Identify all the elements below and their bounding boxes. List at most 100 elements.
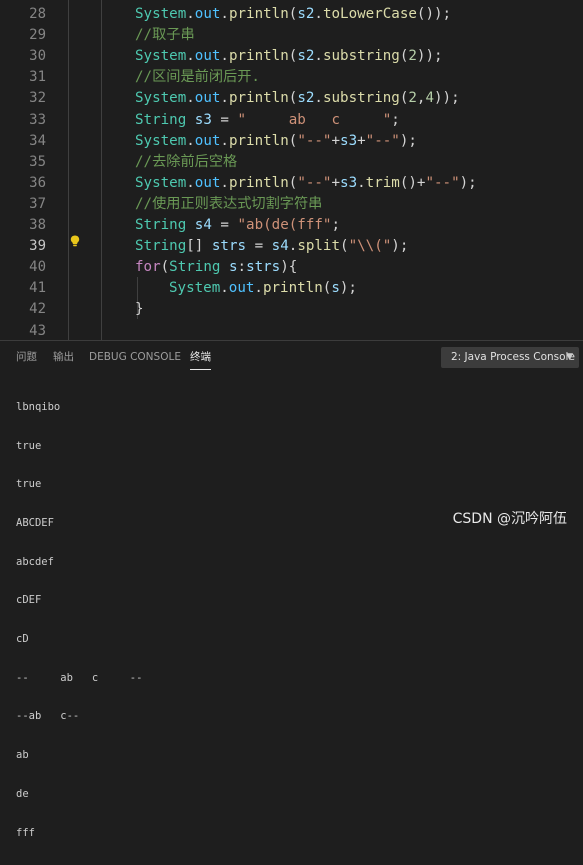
code-token: ; bbox=[391, 111, 400, 128]
code-token: "\\(" bbox=[348, 238, 392, 255]
code-token: //使用正则表达式切割字符串 bbox=[135, 195, 323, 212]
code-token: )); bbox=[434, 90, 460, 107]
code-line[interactable]: 37 //使用正则表达式切割字符串 bbox=[0, 194, 583, 215]
code-token: : bbox=[237, 259, 247, 276]
code-token: //去除前后空格 bbox=[135, 153, 238, 170]
code-token: String bbox=[135, 238, 187, 255]
line-number: 30 bbox=[29, 48, 46, 65]
terminal-line: cDEF bbox=[16, 594, 42, 607]
code-token: . bbox=[220, 132, 229, 149]
line-number: 37 bbox=[29, 195, 46, 212]
terminal-line: cD bbox=[16, 633, 29, 646]
code-token: s3 bbox=[340, 132, 358, 149]
code-token: " ab c " bbox=[237, 111, 392, 128]
tab-terminal[interactable]: 终端 bbox=[190, 350, 211, 370]
code-line[interactable]: 31 //区间是前闭后开. bbox=[0, 67, 583, 88]
code-token: split bbox=[297, 238, 341, 255]
code-token: out bbox=[194, 6, 221, 22]
code-token: s4 bbox=[194, 217, 212, 233]
code-line[interactable]: 35 //去除前后空格 bbox=[0, 152, 583, 173]
terminal-line: ab bbox=[16, 749, 29, 762]
code-line[interactable]: 43 bbox=[0, 321, 583, 341]
code-token: ); bbox=[399, 132, 417, 149]
code-token: s2 bbox=[297, 48, 315, 65]
code-token: println bbox=[228, 48, 289, 65]
code-token: . bbox=[186, 6, 195, 22]
code-text: System.out.println("--"+s3+"--"); bbox=[135, 131, 417, 152]
tab-problems[interactable]: 问题 bbox=[16, 350, 37, 364]
code-token: 2 bbox=[408, 90, 417, 107]
bottom-panel: 问题 输出 DEBUG CONSOLE 终端 2: Java Process C… bbox=[0, 340, 583, 839]
code-line[interactable]: 39 String[] strs = s4.split("\\("); bbox=[0, 236, 583, 257]
code-token: ); bbox=[339, 280, 357, 297]
terminal-output[interactable]: lbnqibo true true ABCDEF abcdef cDEF cD … bbox=[16, 375, 576, 865]
code-token: . bbox=[314, 48, 323, 65]
code-token: trim bbox=[365, 174, 400, 191]
code-token: . bbox=[220, 48, 229, 65]
line-number: 41 bbox=[29, 280, 46, 297]
code-token: for bbox=[135, 259, 161, 276]
code-token: ()+ bbox=[399, 174, 426, 191]
code-line[interactable]: 33 String s3 = " ab c "; bbox=[0, 110, 583, 131]
code-token: )); bbox=[416, 48, 443, 65]
code-token: strs bbox=[211, 238, 247, 255]
code-line[interactable]: 38 String s4 = "ab(de(fff"; bbox=[0, 215, 583, 236]
code-token: ; bbox=[331, 217, 341, 233]
code-token: . bbox=[186, 132, 195, 149]
code-token: = bbox=[211, 111, 238, 128]
code-text: System.out.println("--"+s3.trim()+"--"); bbox=[135, 173, 477, 194]
code-line[interactable]: 28 System.out.println(s2.toLowerCase()); bbox=[0, 4, 583, 25]
terminal-line: --ab c-- bbox=[16, 710, 80, 723]
code-token: String bbox=[169, 259, 221, 276]
code-token: out bbox=[194, 132, 221, 149]
code-line[interactable]: 34 System.out.println("--"+s3+"--"); bbox=[0, 131, 583, 152]
code-token: String bbox=[135, 111, 187, 128]
code-token: ( bbox=[160, 259, 170, 276]
code-token: "ab(de(fff" bbox=[237, 217, 332, 233]
line-number: 34 bbox=[29, 132, 46, 149]
code-token: = bbox=[211, 217, 238, 233]
code-token: s4 bbox=[271, 238, 289, 255]
code-text: for(String s:strs){ bbox=[135, 257, 297, 278]
code-text: System.out.println(s2.substring(2,4)); bbox=[135, 88, 460, 109]
code-line[interactable]: 36 System.out.println("--"+s3.trim()+"--"… bbox=[0, 173, 583, 194]
code-token: substring bbox=[322, 90, 400, 107]
code-token: . bbox=[186, 48, 195, 65]
code-line[interactable]: 41 System.out.println(s); bbox=[0, 278, 583, 299]
code-token: s2 bbox=[297, 6, 315, 22]
line-number: 28 bbox=[29, 6, 46, 22]
code-line[interactable]: 29 //取子串 bbox=[0, 25, 583, 46]
code-line[interactable]: 32 System.out.println(s2.substring(2,4)); bbox=[0, 88, 583, 109]
code-token: ( bbox=[340, 238, 349, 255]
code-token: + bbox=[331, 132, 341, 149]
tab-debug-console[interactable]: DEBUG CONSOLE bbox=[89, 350, 181, 364]
code-line[interactable]: 42} bbox=[0, 299, 583, 320]
code-token: ){ bbox=[280, 259, 298, 276]
line-number: 42 bbox=[29, 301, 46, 318]
chevron-down-icon: ▼ bbox=[566, 352, 573, 362]
code-token: [] bbox=[186, 238, 212, 255]
code-editor[interactable]: 28 System.out.println(s2.toLowerCase()); 2… bbox=[0, 0, 583, 340]
code-token: s bbox=[228, 259, 238, 276]
tab-output[interactable]: 输出 bbox=[53, 350, 74, 364]
code-token: s3 bbox=[194, 111, 212, 128]
code-token: . bbox=[220, 90, 229, 107]
code-text: String[] strs = s4.split("\\("); bbox=[135, 236, 408, 257]
console-select-value: 2: Java Process Console bbox=[451, 351, 575, 363]
code-line[interactable]: 30 System.out.println(s2.substring(2)); bbox=[0, 46, 583, 67]
code-line[interactable]: 40 for(String s:strs){ bbox=[0, 257, 583, 278]
code-token: . bbox=[314, 6, 323, 22]
console-select[interactable]: 2: Java Process Console ▼ bbox=[441, 347, 579, 368]
code-token: . bbox=[220, 174, 229, 191]
code-token: System bbox=[135, 48, 187, 65]
code-token: //区间是前闭后开. bbox=[135, 69, 260, 86]
line-number: 36 bbox=[29, 174, 46, 191]
code-token: System bbox=[135, 6, 187, 22]
code-text: //取子串 bbox=[135, 25, 195, 46]
code-token: } bbox=[135, 301, 144, 318]
code-text: //区间是前闭后开. bbox=[135, 67, 260, 88]
terminal-line: de bbox=[16, 787, 29, 800]
code-token: out bbox=[194, 48, 221, 65]
line-number: 35 bbox=[29, 153, 46, 170]
